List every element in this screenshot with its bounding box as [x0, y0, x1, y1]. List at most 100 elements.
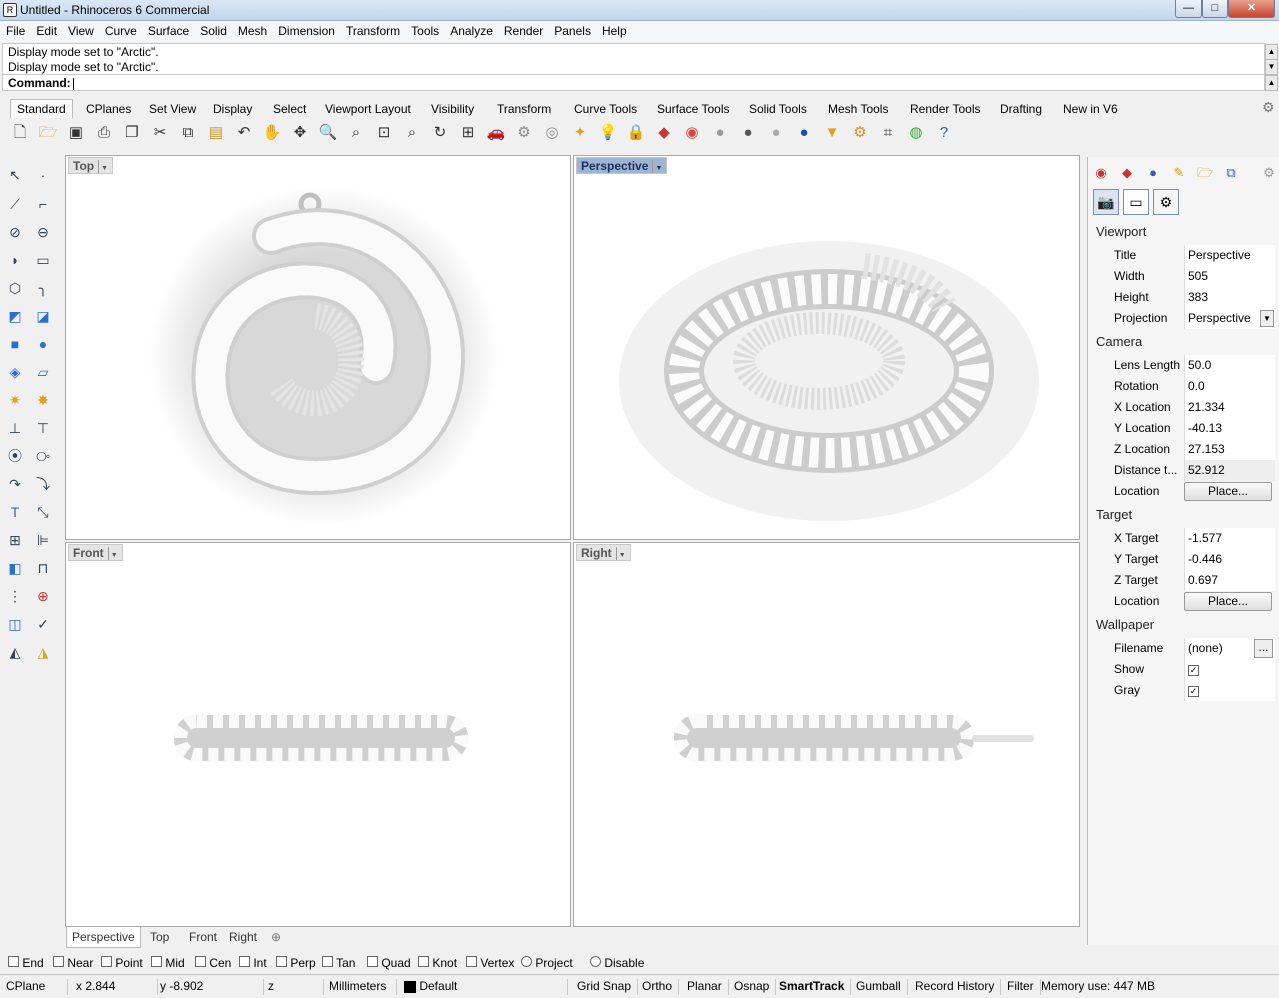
tab-visibility[interactable]: Visibility	[424, 99, 481, 118]
prop-lens-length[interactable]: Lens Length 50.0	[1088, 355, 1276, 376]
prop-x-location[interactable]: X Location 21.334	[1088, 397, 1276, 418]
settings-gears-icon[interactable]: ⚙	[849, 122, 871, 144]
zoom-window-icon[interactable]: ⌕	[345, 122, 367, 144]
add-viewport-icon[interactable]: ⊕	[266, 927, 286, 948]
color-wheel-icon[interactable]: ◉	[681, 122, 703, 144]
toolbar-settings-icon[interactable]: ⚙	[1262, 99, 1275, 116]
prop-z-target[interactable]: Z Target 0.697	[1088, 570, 1276, 591]
tab-standard[interactable]: Standard	[10, 99, 73, 118]
curve-fillet-icon[interactable]: ╮	[31, 276, 55, 300]
grid-snap-toggle[interactable]: Grid Snap	[577, 979, 639, 995]
properties-tab-icon[interactable]: ◉	[1090, 163, 1112, 183]
scroll-down-icon[interactable]: ▼	[1265, 59, 1278, 75]
prop-height[interactable]: Height 383	[1088, 287, 1276, 308]
osnap-toggle[interactable]: Osnap	[734, 979, 777, 995]
viewport-front[interactable]: Front ▼	[65, 542, 571, 927]
menu-surface[interactable]: Surface	[142, 21, 194, 38]
menu-render[interactable]: Render	[498, 21, 548, 38]
record-history-toggle[interactable]: Record History	[915, 979, 1002, 995]
mesh-icon[interactable]: ◈	[3, 360, 27, 384]
libraries-tab-icon[interactable]: 🗁	[1194, 163, 1216, 183]
tab-mesh-tools[interactable]: Mesh Tools	[821, 99, 895, 118]
prop-width[interactable]: Width 505	[1088, 266, 1276, 287]
browse-button[interactable]: ...	[1254, 639, 1273, 658]
surface-corner-icon[interactable]: ◩	[3, 304, 27, 328]
paste-icon[interactable]: ▤	[205, 122, 227, 144]
zoom-icon[interactable]: 🔍	[317, 122, 339, 144]
light-bulb-icon[interactable]: 💡	[597, 122, 619, 144]
tab-set-view[interactable]: Set View	[142, 99, 203, 118]
open-file-icon[interactable]: 🗁	[37, 122, 59, 144]
polyline-icon[interactable]: ⟋	[3, 192, 27, 216]
menu-solid[interactable]: Solid	[194, 21, 232, 38]
menu-dimension[interactable]: Dimension	[272, 21, 340, 38]
glass-sphere-icon[interactable]: ●	[765, 122, 787, 144]
tab-viewport-layout[interactable]: Viewport Layout	[318, 99, 418, 118]
tab-display[interactable]: Display	[206, 99, 259, 118]
osnap-cen[interactable]: Cen	[195, 956, 231, 970]
menu-curve[interactable]: Curve	[99, 21, 142, 38]
text-icon[interactable]: T	[3, 500, 27, 524]
materials-tab-icon[interactable]: ✎	[1168, 163, 1190, 183]
vp-tab-top[interactable]: Top	[145, 927, 174, 948]
tab-render-tools[interactable]: Render Tools	[903, 99, 988, 118]
minimize-button[interactable]: —	[1175, 0, 1202, 18]
rotate-view-icon[interactable]: ↻	[429, 122, 451, 144]
prop-z-location[interactable]: Z Location 27.153	[1088, 439, 1276, 460]
osnap-quad[interactable]: Quad	[367, 956, 411, 970]
osnap-vertex[interactable]: Vertex	[466, 956, 514, 970]
tab-drafting[interactable]: Drafting	[993, 99, 1049, 118]
vp-tab-front[interactable]: Front	[184, 927, 222, 948]
scroll-up-icon[interactable]: ▲	[1265, 44, 1278, 60]
command-line[interactable]: Command:	[2, 74, 1265, 91]
camera-place-button[interactable]: Place...	[1184, 482, 1272, 501]
osnap-int[interactable]: Int	[239, 956, 267, 970]
grid-snap-icon[interactable]: ⌗	[877, 122, 899, 144]
filter-toggle[interactable]: Filter	[1007, 979, 1041, 995]
globe-icon[interactable]: ◍	[905, 122, 927, 144]
shaded-sphere-icon[interactable]: ●	[709, 122, 731, 144]
zoom-selected-icon[interactable]: ⌕	[401, 122, 423, 144]
ruler-icon[interactable]: ⊓	[31, 556, 55, 580]
viewport-perspective[interactable]: Perspective ▼	[573, 155, 1080, 540]
vp-tab-right[interactable]: Right	[224, 927, 262, 948]
osnap-knot[interactable]: Knot	[418, 956, 457, 970]
select-points-icon[interactable]: ✦	[569, 122, 591, 144]
target-place-button[interactable]: Place...	[1184, 592, 1272, 611]
osnap-near[interactable]: Near	[53, 956, 93, 970]
prop-distance[interactable]: Distance t... 52.912	[1088, 460, 1276, 481]
prop-projection[interactable]: Projection Perspective ▼	[1088, 308, 1276, 329]
print-icon[interactable]: ⎙	[93, 122, 115, 144]
arc-icon[interactable]: ◗	[3, 248, 27, 272]
maximize-button[interactable]: □	[1202, 0, 1228, 18]
osnap-end[interactable]: End	[8, 956, 44, 970]
fillet-edge-icon[interactable]: ↷	[3, 472, 27, 496]
new-file-icon[interactable]: 🗋	[9, 122, 31, 144]
filter-icon[interactable]: ▼	[821, 122, 843, 144]
sphere-union-icon[interactable]: ●	[31, 332, 55, 356]
split-icon[interactable]: ✸	[31, 388, 55, 412]
menu-panels[interactable]: Panels	[548, 21, 596, 38]
check-icon[interactable]: ✓	[31, 612, 55, 636]
gray-checkbox[interactable]: ✓	[1188, 686, 1199, 697]
zoom-extents-icon[interactable]: ⊡	[373, 122, 395, 144]
tab-new-in-v6[interactable]: New in V6	[1056, 99, 1125, 118]
layer-icon[interactable]: ◆	[653, 122, 675, 144]
polygon-icon[interactable]: ⬡	[3, 276, 27, 300]
prop-rotation[interactable]: Rotation 0.0	[1088, 376, 1276, 397]
circle-icon[interactable]: ⊘	[3, 220, 27, 244]
render-object-icon[interactable]: ◭	[3, 640, 27, 664]
properties-icon[interactable]: ⚙	[513, 122, 535, 144]
ortho-toggle[interactable]: Ortho	[642, 979, 680, 995]
ellipse-icon[interactable]: ⊖	[31, 220, 55, 244]
menu-tools[interactable]: Tools	[405, 21, 444, 38]
command-history[interactable]: Display mode set to "Arctic". Display mo…	[2, 43, 1265, 75]
command-dropdown-icon[interactable]: ▲	[1265, 75, 1278, 91]
cplane-indicator[interactable]: CPlane	[6, 979, 68, 995]
viewport-frame-icon[interactable]: ▭	[1123, 189, 1149, 215]
prop-x-target[interactable]: X Target -1.577	[1088, 528, 1276, 549]
help-icon[interactable]: ?	[933, 122, 955, 144]
pan-hand-icon[interactable]: ✋	[261, 122, 283, 144]
osnap-point[interactable]: Point	[101, 956, 143, 970]
lock-icon[interactable]: 🔒	[625, 122, 647, 144]
